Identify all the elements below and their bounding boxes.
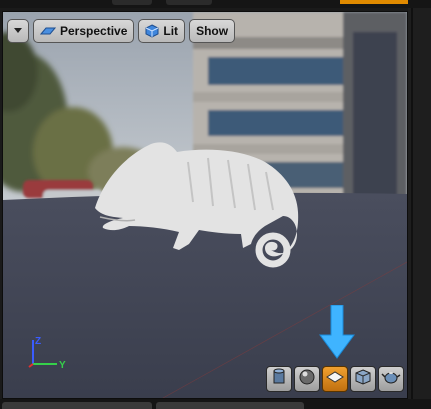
top-tab-strip <box>0 0 431 8</box>
perspective-icon <box>40 25 56 37</box>
show-label: Show <box>196 24 229 38</box>
plane-icon <box>326 370 344 389</box>
teapot-icon <box>381 369 401 390</box>
cube-icon <box>354 368 372 391</box>
cube-icon <box>145 24 159 38</box>
sphere-preview-button[interactable] <box>294 366 320 392</box>
cylinder-preview-button[interactable] <box>266 366 292 392</box>
cylinder-icon <box>271 368 287 391</box>
bottom-tab-strip <box>0 399 431 409</box>
panel-splitter[interactable] <box>411 8 413 400</box>
show-button[interactable]: Show <box>189 19 236 43</box>
viewport[interactable]: Perspective Lit Show Z Y <box>2 11 408 399</box>
viewport-toolbar: Perspective Lit Show <box>7 19 236 43</box>
chevron-down-icon <box>13 24 23 38</box>
bottom-tab[interactable] <box>2 402 152 409</box>
axis-z-label: Z <box>35 336 41 347</box>
perspective-label: Perspective <box>60 24 128 38</box>
view-mode-buttons <box>266 366 404 392</box>
axis-y-label: Y <box>59 360 66 371</box>
top-tab[interactable] <box>166 0 212 5</box>
viewport-options-button[interactable] <box>7 19 29 43</box>
perspective-button[interactable]: Perspective <box>33 19 135 43</box>
bottom-tab[interactable] <box>156 402 304 409</box>
axis-gizmo: Z Y <box>25 334 71 378</box>
lit-button[interactable]: Lit <box>138 19 186 43</box>
right-panel <box>408 8 431 400</box>
cube-preview-button[interactable] <box>350 366 376 392</box>
sphere-icon <box>298 368 316 391</box>
active-tab-indicator[interactable] <box>340 0 408 4</box>
teapot-preview-button[interactable] <box>378 366 404 392</box>
highlight-arrow <box>319 304 355 364</box>
top-tab[interactable] <box>112 0 152 5</box>
lit-label: Lit <box>163 24 179 38</box>
plane-preview-button[interactable] <box>322 366 348 392</box>
